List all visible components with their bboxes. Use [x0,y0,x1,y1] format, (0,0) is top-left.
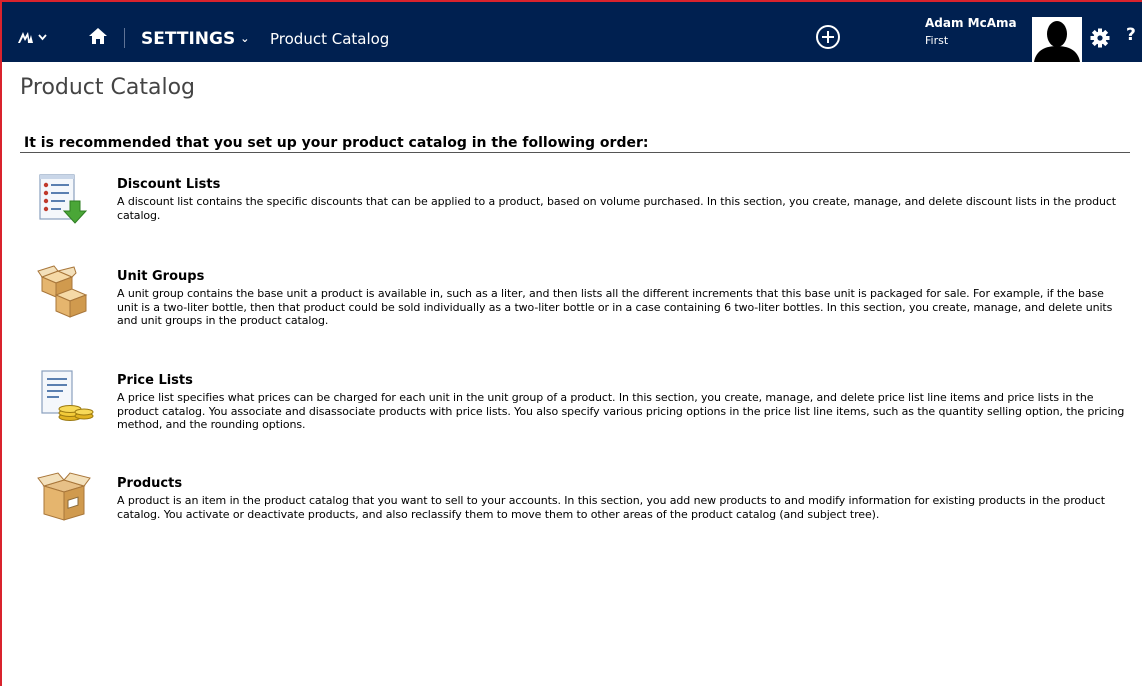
discount-lists-link[interactable]: Discount Lists [117,177,220,193]
chevron-down-icon: ⌄ [240,32,250,45]
help-icon[interactable]: ? [1126,25,1136,45]
user-organization: First [925,34,949,47]
section-body: Discount Lists A discount list contains … [117,173,1125,222]
section-description: A price list specifies what prices can b… [117,391,1125,431]
plus-circle-icon[interactable] [815,24,841,50]
section-body: Products A product is an item in the pro… [117,472,1125,521]
top-navigation-bar: SETTINGS ⌄ Product Catalog Adam McAma Fir… [0,0,1142,62]
settings-menu-label: SETTINGS [141,29,236,49]
intro-heading: It is recommended that you set up your p… [24,135,649,151]
window-frame [0,0,1142,686]
unit-groups-link[interactable]: Unit Groups [117,269,204,285]
section-description: A discount list contains the specific di… [117,195,1116,222]
divider [20,152,1130,153]
user-name[interactable]: Adam McAma [925,16,1017,30]
settings-menu-button[interactable]: SETTINGS ⌄ [141,29,249,49]
unit-groups-icon[interactable] [36,265,96,321]
section-description: A product is an item in the product cata… [117,494,1105,521]
section-body: Price Lists A price list specifies what … [117,369,1125,432]
dynamics-logo-icon[interactable] [18,29,48,45]
user-avatar-icon[interactable] [1032,17,1082,62]
section-description: A unit group contains the base unit a pr… [117,287,1113,327]
page-title: Product Catalog [20,75,196,100]
price-list-icon[interactable] [36,369,96,425]
gear-icon[interactable] [1090,28,1110,48]
section-body: Unit Groups A unit group contains the ba… [117,265,1125,328]
home-icon[interactable] [88,26,108,46]
product-box-icon[interactable] [36,472,96,528]
products-link[interactable]: Products [117,476,182,492]
nav-separator [124,28,125,48]
discount-list-icon[interactable] [36,173,96,229]
price-lists-link[interactable]: Price Lists [117,373,193,389]
breadcrumb-current-page[interactable]: Product Catalog [270,30,389,48]
